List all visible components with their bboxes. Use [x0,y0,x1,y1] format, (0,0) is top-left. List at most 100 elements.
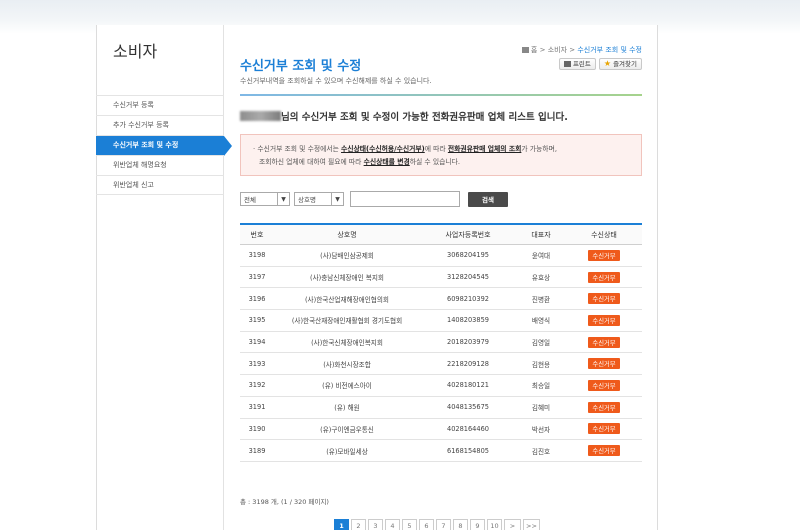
home-icon [521,47,529,53]
page-5-button[interactable]: 5 [402,519,417,530]
cell-company: (유)구이엔금우통신 [320,425,374,434]
status-button[interactable]: 수신거부 [588,401,620,413]
page-description: 수신거부내역을 조회하실 수 있으며 수신해제를 하실 수 있습니다. [240,77,432,85]
search-input[interactable] [350,191,460,207]
print-button[interactable]: 프린트 [558,58,596,70]
table-row: 3197 (사)충남신체장애인 복지회 3128204545 유효상 수신거부 [240,267,642,289]
category-select-value: 전체 [244,196,256,204]
field-select-value: 상호명 [298,196,316,204]
favorite-button[interactable]: ★ 즐겨찾기 [598,58,642,70]
notice-emphasis: 전화권유판매 업체의 조회 [447,145,522,153]
printer-icon [563,61,571,67]
page-10-button[interactable]: 10 [487,519,502,530]
breadcrumb: 홈 > 소비자 > 수신거부 조회 및 수정 [521,45,642,55]
cell-ceo: 진병환 [531,295,551,304]
cell-status: 수신거부 [566,379,642,391]
cell-bizno: 6098210392 [447,294,489,303]
cell-no: 3197 [248,273,266,282]
bullet: · [253,145,256,153]
table-row: 3194 (사)한국신체장애인복지회 2018203979 김영일 수신거부 [240,332,642,354]
sidebar: 소비자 수신거부 등록 추가 수신거부 등록 수신거부 조회 및 수정 위반업체… [96,25,232,530]
field-select[interactable]: 상호명 ▼ [294,192,344,206]
cell-bizno: 3128204545 [447,273,489,282]
notice-text: 가 가능하며, [521,145,557,153]
status-button[interactable]: 수신거부 [588,314,620,326]
cell-ceo: 김진호 [531,447,551,456]
sidebar-item-additional-register[interactable]: 추가 수신거부 등록 [96,115,224,135]
category-select[interactable]: 전체 ▼ [240,192,290,206]
next-page-button[interactable]: > [504,519,521,530]
page-2-button[interactable]: 2 [351,519,366,530]
breadcrumb-home[interactable]: 홈 [531,46,537,54]
sidebar-item-report[interactable]: 위반업체 신고 [96,175,224,195]
breadcrumb-current: 수신거부 조회 및 수정 [577,46,642,54]
cell-status: 수신거부 [566,293,642,305]
cell-company: (사)충남신체장애인 복지회 [310,274,384,283]
status-button[interactable]: 수신거부 [588,249,620,261]
cell-ceo: 김영일 [531,339,551,348]
cell-bizno: 1408203859 [447,316,489,325]
cell-status: 수신거부 [566,445,642,457]
page-3-button[interactable]: 3 [368,519,383,530]
table-row: 3196 (사)한국산업재해장애인협의회 6098210392 진병환 수신거부 [240,288,642,311]
status-button[interactable]: 수신거부 [588,379,620,391]
page-7-button[interactable]: 7 [436,519,451,530]
status-button[interactable]: 수신거부 [588,358,620,370]
cell-bizno: 3068204195 [447,251,489,260]
cell-status: 수신거부 [566,314,642,326]
status-button[interactable]: 수신거부 [588,423,620,435]
utility-buttons: 프린트 ★ 즐겨찾기 [558,58,642,70]
page-4-button[interactable]: 4 [385,519,400,530]
chevron-down-icon: ▼ [277,193,289,205]
notice-emphasis: 수신상태를 변경 [363,158,410,166]
company-table: 번호 상호명 사업자등록번호 대표자 수신상태 3198 (사)담배인삼공제회 … [240,223,642,462]
column-header-status: 수신상태 [591,230,617,239]
cell-no: 3198 [248,251,266,260]
page-6-button[interactable]: 6 [419,519,434,530]
cell-no: 3191 [248,403,266,412]
chevron-down-icon: ▼ [331,193,343,205]
table-row: 3191 (유) 해원 4048135675 김혜미 수신거부 [240,397,642,419]
cell-ceo: 박선자 [531,425,551,434]
breadcrumb-separator: > [569,46,576,54]
table-row: 3198 (사)담배인삼공제회 3068204195 윤여대 수신거부 [240,245,642,267]
notice-text: 조회하신 업체에 대하여 필요에 따라 [259,158,364,166]
notice-text: 하실 수 있습니다. [409,158,461,166]
notice-line-2: 조회하신 업체에 대하여 필요에 따라 수신상태를 변경하실 수 있습니다. [253,156,641,169]
page-1-button[interactable]: 1 [334,519,349,530]
cell-no: 3193 [248,359,266,368]
cell-no: 3195 [248,316,266,325]
cell-bizno: 4048135675 [447,403,489,412]
cell-status: 수신거부 [566,271,642,283]
cell-company: (유) 해원 [334,404,360,413]
status-button[interactable]: 수신거부 [588,336,620,348]
sidebar-menu: 수신거부 등록 추가 수신거부 등록 수신거부 조회 및 수정 위반업체 해명요… [96,95,232,195]
print-label: 프린트 [572,60,591,68]
table-row: 3193 (사)화천시장조합 2218209128 김현용 수신거부 [240,353,642,376]
cell-company: (유) 비전에스아이 [322,382,372,391]
last-page-button[interactable]: >> [523,519,540,530]
search-button[interactable]: 검색 [468,191,508,207]
page-9-button[interactable]: 9 [470,519,485,530]
sidebar-item-lookup-modify[interactable]: 수신거부 조회 및 수정 [96,135,232,156]
breadcrumb-consumer[interactable]: 소비자 [548,46,567,54]
status-button[interactable]: 수신거부 [588,271,620,283]
favorite-label: 즐겨찾기 [613,60,637,68]
redacted-user-name [240,111,281,121]
sidebar-item-explanation-request[interactable]: 위반업체 해명요청 [96,155,224,175]
page-8-button[interactable]: 8 [453,519,468,530]
star-icon: ★ [603,59,612,68]
status-button[interactable]: 수신거부 [588,445,620,457]
sidebar-item-register[interactable]: 수신거부 등록 [96,95,224,115]
list-headline: 님의 수신거부 조회 및 수정이 가능한 전화권유판매 업체 리스트 입니다. [240,109,568,123]
cell-company: (사)한국신체장애인복지회 [311,339,383,348]
total-count: 총 : 3198 개, (1 / 320 페이지) [240,498,329,506]
cell-status: 수신거부 [566,336,642,348]
notice-text: 에 따라 [424,145,448,153]
cell-bizno: 4028164460 [447,424,489,433]
cell-status: 수신거부 [566,423,642,435]
cell-no: 3190 [248,424,266,433]
cell-ceo: 김현용 [531,360,551,369]
column-header-bizno: 사업자등록번호 [445,230,491,239]
status-button[interactable]: 수신거부 [588,293,620,305]
